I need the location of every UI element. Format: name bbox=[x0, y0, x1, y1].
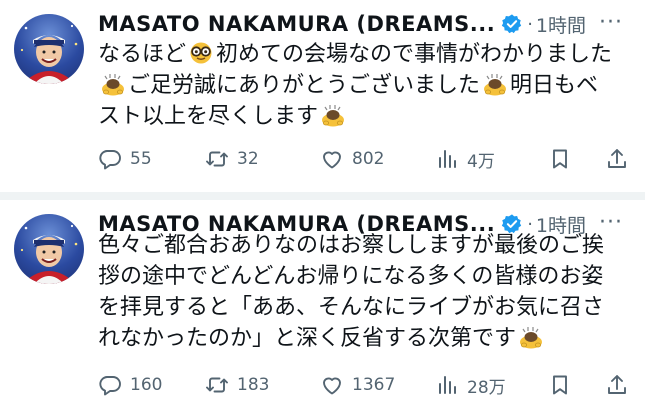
tweet-line: 拶の途中でどんどんお帰りになる多くの皆様のお姿 bbox=[98, 264, 604, 289]
like-count: 802 bbox=[352, 149, 385, 169]
like-button[interactable]: 1367 bbox=[320, 373, 395, 397]
bowing-person-emoji-icon bbox=[100, 72, 126, 96]
tweet-header: MASATO NAKAMURA (DREAMS... · 1時間 ··· bbox=[98, 10, 633, 38]
share-icon bbox=[608, 149, 626, 168]
bookmark-button[interactable] bbox=[548, 373, 572, 397]
views-button[interactable]: 28万 bbox=[435, 373, 506, 398]
bowing-person-emoji-icon bbox=[482, 72, 508, 96]
tweet-text: なるほど 初めての会場なので事情がわかりました ご足労誠にありがとうございました明… bbox=[98, 39, 631, 132]
reply-button[interactable]: 55 bbox=[98, 147, 152, 171]
bowing-person-emoji-icon bbox=[518, 325, 544, 349]
like-button[interactable]: 802 bbox=[320, 147, 384, 171]
views-button[interactable]: 4万 bbox=[435, 147, 495, 172]
bookmark-icon bbox=[553, 375, 567, 395]
view-count: 28万 bbox=[467, 377, 506, 398]
timestamp[interactable]: 1時間 bbox=[536, 11, 586, 38]
avatar[interactable] bbox=[14, 214, 84, 284]
retweet-button[interactable]: 32 bbox=[205, 147, 259, 171]
share-button[interactable] bbox=[605, 373, 629, 397]
tweet-line: を拝見すると「ああ、そんなにライブがお気に召さ bbox=[98, 295, 605, 320]
tweet-line: れなかったのか」と深く反省する次第です bbox=[98, 323, 631, 354]
retweet-button[interactable]: 183 bbox=[205, 373, 269, 397]
tweet[interactable]: MASATO NAKAMURA (DREAMS... · 1時間 ··· 色々ご… bbox=[0, 200, 645, 418]
views-bar-chart-icon bbox=[439, 376, 456, 394]
tweet-line: ご足労誠にありがとうございました 明日もベ bbox=[98, 70, 631, 101]
heart-icon bbox=[323, 377, 341, 395]
retweet-icon bbox=[206, 151, 228, 167]
retweet-count: 32 bbox=[237, 149, 259, 169]
face-with-glasses-emoji-icon bbox=[188, 41, 214, 65]
views-bar-chart-icon bbox=[439, 150, 456, 168]
reply-icon bbox=[99, 150, 121, 170]
tweet-line: スト以上を尽くします bbox=[98, 101, 631, 132]
bowing-person-emoji-icon bbox=[320, 103, 346, 127]
tweet-line: 色々ご都合おありなのはお察ししますが最後のご挨 bbox=[98, 233, 605, 258]
reply-count: 160 bbox=[130, 375, 163, 395]
tweet-text: 色々ご都合おありなのはお察ししますが最後のご挨 拶の途中でどんどんお帰りになる多… bbox=[98, 230, 631, 354]
tweet-line: なるほど 初めての会場なので事情がわかりました bbox=[98, 41, 613, 67]
like-count: 1367 bbox=[352, 375, 396, 395]
verified-badge-icon bbox=[502, 14, 522, 34]
author-name[interactable]: MASATO NAKAMURA (DREAMS... bbox=[98, 12, 495, 36]
more-options-icon[interactable]: ··· bbox=[599, 12, 623, 34]
bookmark-icon bbox=[553, 149, 567, 169]
view-count: 4万 bbox=[467, 151, 495, 172]
tweet-actions: 55 32 802 4万 bbox=[98, 144, 635, 174]
bookmark-button[interactable] bbox=[548, 147, 572, 171]
tweet-actions: 160 183 1367 28万 bbox=[98, 370, 635, 400]
reply-count: 55 bbox=[130, 149, 152, 169]
retweet-icon bbox=[206, 377, 228, 393]
share-button[interactable] bbox=[605, 147, 629, 171]
tweet-divider bbox=[0, 192, 645, 200]
share-icon bbox=[608, 375, 626, 394]
reply-button[interactable]: 160 bbox=[98, 373, 162, 397]
avatar[interactable] bbox=[14, 14, 84, 84]
separator-dot: · bbox=[527, 13, 533, 35]
retweet-count: 183 bbox=[237, 375, 270, 395]
tweet[interactable]: MASATO NAKAMURA (DREAMS... · 1時間 ··· なるほ… bbox=[0, 0, 645, 192]
reply-icon bbox=[99, 376, 121, 396]
heart-icon bbox=[323, 151, 341, 169]
